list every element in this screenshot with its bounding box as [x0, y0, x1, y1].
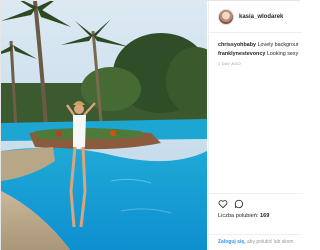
login-prompt: Zaloguj się, aby polubić lub skom	[209, 234, 302, 245]
post-header: kasia_wlodarek	[209, 1, 302, 33]
login-link[interactable]: Zaloguj się,	[218, 239, 246, 245]
author-username[interactable]: kasia_wlodarek	[239, 14, 283, 20]
likes-count: Liczba polubień: 169	[218, 213, 302, 219]
heart-icon[interactable]	[218, 199, 228, 209]
comment-item: chrissyohbaby Lovely backgrour	[218, 41, 302, 50]
instagram-post: kasia_wlodarek chrissyohbaby Lovely back…	[0, 0, 302, 250]
post-timestamp: 1 DAY AGO	[218, 61, 241, 66]
resort-pool-photo	[1, 1, 207, 250]
comments-list: chrissyohbaby Lovely backgrour franklyne…	[218, 41, 302, 59]
likes-label: Liczba polubień:	[218, 213, 259, 219]
comment-user[interactable]: chrissyohbaby	[218, 42, 256, 48]
comment-text: Looking sexy	[266, 51, 299, 57]
likes-number: 169	[260, 213, 270, 219]
login-prompt-text: aby polubić lub skom	[246, 239, 294, 245]
comment-item: franklynestevoncy Looking sexy	[218, 50, 302, 59]
comment-user[interactable]: franklynestevoncy	[218, 51, 265, 57]
post-sidebar: kasia_wlodarek chrissyohbaby Lovely back…	[208, 1, 302, 250]
comment-text: Lovely backgrour	[257, 42, 299, 48]
comment-icon[interactable]	[234, 199, 244, 209]
avatar[interactable]	[218, 8, 234, 25]
post-photo[interactable]	[1, 1, 207, 250]
